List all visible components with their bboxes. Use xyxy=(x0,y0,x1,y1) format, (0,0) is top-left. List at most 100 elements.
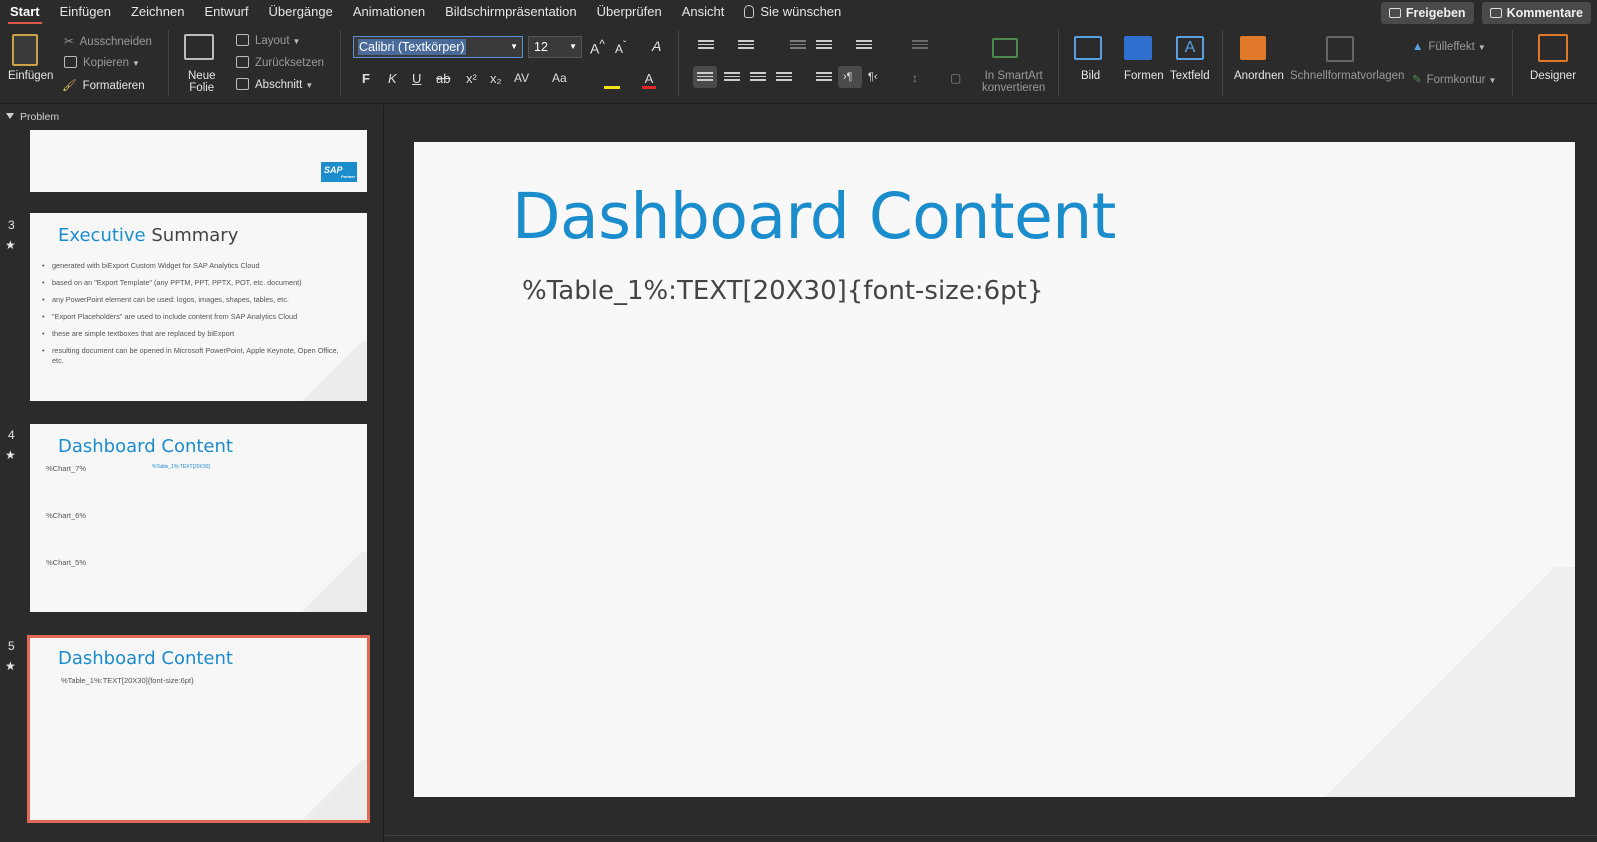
layout-button[interactable]: Layout ▼ xyxy=(236,34,300,47)
tab-entwurf[interactable]: Entwurf xyxy=(194,0,258,24)
slide-corner-decoration xyxy=(1305,567,1575,797)
shapes-button[interactable]: Formen xyxy=(1124,70,1164,82)
rtl-icon[interactable]: ¶‹ xyxy=(868,71,878,83)
chevron-down-icon: ▼ xyxy=(1477,43,1486,52)
comment-icon xyxy=(1489,8,1502,18)
slide-title[interactable]: Dashboard Content xyxy=(512,180,1116,253)
font-name-field[interactable]: Calibri (Textkörper) ▼ xyxy=(353,36,523,58)
designer-button[interactable]: Designer xyxy=(1530,70,1576,82)
designer-icon[interactable] xyxy=(1538,34,1568,62)
chart-placeholder-5: %Chart_5% xyxy=(46,558,87,567)
subscript-icon[interactable]: x₂ xyxy=(490,71,502,86)
tab-start[interactable]: Start xyxy=(0,0,50,24)
slide-thumbnail-4[interactable]: Dashboard Content %Chart_7% %Table_1%:TE… xyxy=(30,424,367,612)
slide-thumbnail-3[interactable]: Executive Summary generated with biExpor… xyxy=(30,213,367,401)
slide-corner-decoration xyxy=(297,760,367,820)
tab-einfuegen[interactable]: Einfügen xyxy=(50,0,121,24)
align-center-icon[interactable] xyxy=(724,72,740,84)
picture-icon[interactable] xyxy=(1074,36,1102,60)
slide-editor: Dashboard Content %Table_1%:TEXT[20X30]{… xyxy=(385,105,1597,842)
smartart-icon[interactable] xyxy=(992,38,1018,58)
section-header[interactable]: Problem xyxy=(6,111,59,123)
arrange-icon[interactable] xyxy=(1240,36,1266,60)
tab-ueberpruefen[interactable]: Überprüfen xyxy=(587,0,672,24)
picture-button[interactable]: Bild xyxy=(1081,70,1100,82)
sap-logo-text: SAP xyxy=(324,165,343,175)
text-align-vertical-icon[interactable]: ↕ xyxy=(912,71,918,85)
line-spacing-icon[interactable] xyxy=(856,40,872,52)
slide-body-text[interactable]: %Table_1%:TEXT[20X30]{font-size:6pt} xyxy=(522,276,1043,306)
new-slide-button[interactable]: Neue Folie xyxy=(188,70,216,94)
shape-outline-button[interactable]: ✎ Formkontur ▼ xyxy=(1412,72,1496,86)
layout-label: Layout xyxy=(255,35,290,47)
copy-icon xyxy=(64,56,77,68)
smartart-small-icon[interactable]: ▢ xyxy=(950,71,961,85)
grow-font-button[interactable]: A^ xyxy=(590,38,605,57)
shape-fill-button[interactable]: ▲ Fülleffekt ▼ xyxy=(1412,41,1486,53)
animation-star-icon: ★ xyxy=(5,448,16,462)
cut-button[interactable]: ✂ Ausschneiden xyxy=(64,34,152,48)
shrink-font-button[interactable]: Aˇ xyxy=(615,40,626,56)
tab-ansicht[interactable]: Ansicht xyxy=(672,0,735,24)
quick-styles-button[interactable]: Schnellformatvorlagen xyxy=(1290,70,1404,82)
reset-button[interactable]: Zurücksetzen xyxy=(236,56,324,69)
section-name: Problem xyxy=(20,111,60,123)
paste-button[interactable]: Einfügen xyxy=(8,70,53,82)
copy-button[interactable]: Kopieren ▼ xyxy=(64,56,140,69)
reset-label: Zurücksetzen xyxy=(255,57,325,69)
bold-button[interactable]: F xyxy=(362,71,370,86)
tab-uebergaenge[interactable]: Übergänge xyxy=(259,0,343,24)
italic-button[interactable]: K xyxy=(388,71,397,86)
current-slide[interactable]: Dashboard Content %Table_1%:TEXT[20X30]{… xyxy=(414,142,1575,797)
increase-indent-icon[interactable] xyxy=(816,40,832,52)
superscript-icon[interactable]: x² xyxy=(466,71,477,86)
share-button[interactable]: Freigeben xyxy=(1380,2,1474,24)
highlight-icon[interactable] xyxy=(604,71,620,89)
clear-format-icon[interactable]: A xyxy=(652,38,661,54)
tab-zeichnen[interactable]: Zeichnen xyxy=(121,0,194,24)
slide-thumbnail-panel: Problem SAP Partner 3 ★ Executive Summary… xyxy=(0,105,384,842)
strikethrough-button[interactable]: ab xyxy=(436,71,450,86)
shape-outline-label: Formkontur xyxy=(1426,74,1486,86)
cut-label: Ausschneiden xyxy=(79,36,152,48)
change-case-icon[interactable]: Aa xyxy=(552,71,567,85)
ltr-icon[interactable]: ›¶ xyxy=(843,71,853,83)
char-spacing-icon[interactable]: AV xyxy=(514,71,529,85)
tell-me-search[interactable]: Sie wünschen xyxy=(734,0,851,24)
collapse-triangle-icon xyxy=(6,113,14,119)
underline-button[interactable]: U xyxy=(412,71,421,86)
align-right-icon[interactable] xyxy=(750,72,766,84)
tab-bildschirmpraesentation[interactable]: Bildschirmpräsentation xyxy=(435,0,587,24)
bullet-item: "Export Placeholders" are used to includ… xyxy=(42,312,342,322)
paint-bucket-icon: ▲ xyxy=(1412,41,1424,53)
font-name-value: Calibri (Textkörper) xyxy=(358,39,466,55)
tab-animationen[interactable]: Animationen xyxy=(343,0,435,24)
format-painter-label: Formatieren xyxy=(82,80,145,92)
section-button[interactable]: Abschnitt ▼ xyxy=(236,78,313,91)
convert-smartart-button[interactable]: In SmartArt konvertieren xyxy=(982,70,1045,94)
chart-placeholder-6: %Chart_6% xyxy=(46,511,87,520)
format-painter-button[interactable]: 🖌 Formatieren xyxy=(62,78,145,92)
comments-button[interactable]: Kommentare xyxy=(1481,2,1591,24)
textbox-button[interactable]: Textfeld xyxy=(1170,70,1210,82)
new-slide-icon[interactable] xyxy=(184,34,214,60)
text-direction-icon[interactable] xyxy=(816,72,832,84)
arrange-button[interactable]: Anordnen xyxy=(1234,70,1284,82)
table-placeholder: %Table_1%:TEXT[20X30]{font-size:6pt} xyxy=(61,676,194,685)
columns-icon[interactable] xyxy=(912,40,928,52)
numbering-icon[interactable] xyxy=(738,40,754,52)
justify-icon[interactable] xyxy=(776,72,792,84)
font-size-field[interactable]: 12 ▼ xyxy=(528,36,582,58)
shapes-icon[interactable] xyxy=(1124,36,1152,60)
font-color-icon[interactable]: A xyxy=(642,71,656,89)
bullets-icon[interactable] xyxy=(698,40,714,52)
thumbnail-title: Dashboard Content xyxy=(58,648,233,669)
quick-styles-icon[interactable] xyxy=(1326,36,1354,62)
decrease-indent-icon[interactable] xyxy=(790,40,806,52)
slide-thumbnail-2[interactable]: SAP Partner xyxy=(30,130,367,192)
align-left-icon[interactable] xyxy=(697,72,713,84)
textbox-icon[interactable]: A xyxy=(1176,36,1204,60)
new-slide-label-2: Folie xyxy=(189,82,215,94)
slide-thumbnail-5[interactable]: Dashboard Content %Table_1%:TEXT[20X30]{… xyxy=(27,635,370,823)
paste-icon[interactable] xyxy=(12,34,38,66)
